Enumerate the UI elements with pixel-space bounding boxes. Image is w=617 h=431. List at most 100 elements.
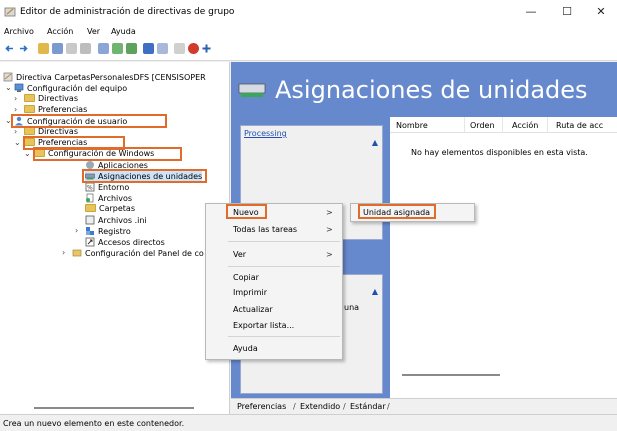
folder-icon (24, 94, 35, 102)
forward-arrow-icon[interactable] (18, 43, 29, 54)
pane-header-title: Asignaciones de unidades (275, 76, 588, 104)
tree-item-files[interactable]: Archivos (85, 193, 132, 204)
paste-icon[interactable] (80, 43, 91, 54)
tree-label: Configuración del equipo (27, 84, 128, 93)
processing-link[interactable]: Processing (244, 129, 287, 138)
up-folder-icon[interactable] (38, 43, 49, 54)
folder-icon (24, 105, 35, 113)
shortcut-icon (85, 237, 95, 247)
tree-item-environment[interactable]: % Entorno (85, 182, 129, 193)
menu-item-imprimir[interactable]: Imprimir (233, 288, 267, 297)
empty-list-message: No hay elementos disponibles en esta vis… (411, 148, 588, 157)
menu-item-todas-las-tareas[interactable]: Todas las tareas (233, 225, 297, 234)
highlight-windows-settings (33, 147, 182, 161)
environment-icon: % (85, 182, 95, 192)
menu-item-copiar[interactable]: Copiar (233, 273, 259, 282)
tree-label: Carpetas (99, 204, 135, 213)
column-header-accion[interactable]: Acción (512, 121, 538, 130)
print-icon[interactable] (98, 43, 109, 54)
disable-icon[interactable] (188, 43, 199, 54)
properties-icon[interactable] (174, 43, 185, 54)
menu-archivo[interactable]: Archivo (4, 27, 34, 36)
collapse-chevron-icon[interactable]: › (62, 248, 65, 258)
tree-label: Entorno (98, 183, 130, 192)
menu-accion[interactable]: Acción (47, 27, 73, 36)
tree-item-computer-policies[interactable]: Directivas (24, 94, 78, 104)
tab-estandar[interactable]: Estándar (350, 402, 386, 411)
highlight-user-config (11, 114, 167, 128)
add-icon[interactable] (201, 43, 212, 54)
collapse-chevron-icon[interactable]: › (14, 94, 17, 104)
refresh-icon[interactable] (112, 43, 123, 54)
menu-item-ayuda[interactable]: Ayuda (233, 344, 258, 353)
back-arrow-icon[interactable] (4, 43, 15, 54)
copy-icon[interactable] (66, 43, 77, 54)
tree-label: Preferencias (38, 105, 88, 114)
tree-label: Archivos (98, 194, 133, 203)
window-title: Editor de administración de directivas d… (20, 7, 235, 17)
tree-item-folders[interactable]: Carpetas (85, 204, 135, 214)
expand-chevron-icon[interactable]: ⌄ (24, 149, 31, 159)
tree-horizontal-scrollbar[interactable] (34, 407, 194, 409)
drive-map-header-icon (238, 83, 266, 97)
tree-label: Archivos .ini (98, 216, 147, 225)
tree-item-ini-files[interactable]: Archivos .ini (85, 215, 147, 226)
list-header: Nombre Orden Acción Ruta de acc (390, 117, 617, 133)
list-horizontal-scrollbar[interactable] (402, 374, 500, 376)
menu-separator (228, 266, 340, 267)
folder-icon (85, 204, 96, 212)
view-icon[interactable] (157, 43, 168, 54)
tab-divider: / (387, 402, 390, 411)
column-divider[interactable] (464, 117, 465, 133)
expand-chevron-icon[interactable]: ⌄ (5, 83, 12, 93)
column-divider[interactable] (547, 117, 548, 133)
tree-item-control-panel[interactable]: Configuración del Panel de co (72, 248, 204, 259)
column-divider[interactable] (502, 117, 503, 133)
ini-file-icon (85, 215, 95, 225)
help-icon[interactable] (143, 43, 154, 54)
menu-item-actualizar[interactable]: Actualizar (233, 305, 273, 314)
collapse-chevron-icon[interactable]: › (14, 127, 17, 137)
status-bar: Crea un nuevo elemento en este contenedo… (0, 414, 617, 431)
menu-separator (228, 241, 340, 242)
close-button[interactable]: ✕ (589, 5, 613, 19)
export-icon[interactable] (126, 43, 137, 54)
registry-icon (86, 227, 94, 235)
tab-preferencias[interactable]: Preferencias (237, 402, 286, 411)
submenu-nuevo: Unidad asignada (350, 203, 475, 222)
tree-item-computer-config[interactable]: Configuración del equipo (14, 83, 127, 94)
toolbar (0, 39, 617, 61)
tree-label: Accesos directos (98, 238, 165, 247)
menu-bar: Archivo Acción Ver Ayuda (0, 25, 617, 39)
submenu-arrow-icon: > (326, 225, 333, 234)
policy-icon (3, 72, 13, 82)
menu-ver[interactable]: Ver (87, 27, 100, 36)
svg-text:%: % (87, 185, 93, 192)
highlight-drive-maps (82, 169, 207, 183)
tree-item-shortcuts[interactable]: Accesos directos (85, 237, 165, 248)
column-header-ruta[interactable]: Ruta de acc (556, 121, 603, 130)
items-list: Nombre Orden Acción Ruta de acc No hay e… (390, 117, 617, 398)
console-tree: Directiva CarpetasPersonalesDFS [CENSISO… (0, 62, 230, 414)
minimize-button[interactable]: — (519, 5, 543, 19)
column-header-orden[interactable]: Orden (470, 121, 495, 130)
menu-item-exportar-lista[interactable]: Exportar lista... (233, 321, 294, 330)
submenu-arrow-icon: > (326, 208, 333, 217)
collapse-up-icon[interactable]: ▲ (372, 287, 378, 296)
tree-label: Configuración del Panel de co (85, 249, 204, 258)
menu-separator (228, 336, 340, 337)
menu-item-ver[interactable]: Ver (233, 250, 246, 259)
folder-icon (24, 127, 35, 135)
show-tree-icon[interactable] (52, 43, 63, 54)
menu-ayuda[interactable]: Ayuda (111, 27, 136, 36)
tab-extendido[interactable]: Extendido (300, 402, 340, 411)
expand-chevron-icon[interactable]: ⌄ (14, 138, 21, 148)
description-text: una (344, 303, 360, 312)
collapse-up-icon[interactable]: ▲ (372, 138, 378, 147)
highlight-unidad-asignada (358, 204, 436, 219)
tree-item-root[interactable]: Directiva CarpetasPersonalesDFS [CENSISO… (3, 72, 206, 83)
maximize-button[interactable]: ☐ (555, 5, 579, 19)
tree-item-registry[interactable]: Registro (85, 226, 131, 237)
collapse-chevron-icon[interactable]: › (75, 226, 78, 236)
column-header-nombre[interactable]: Nombre (396, 121, 428, 130)
